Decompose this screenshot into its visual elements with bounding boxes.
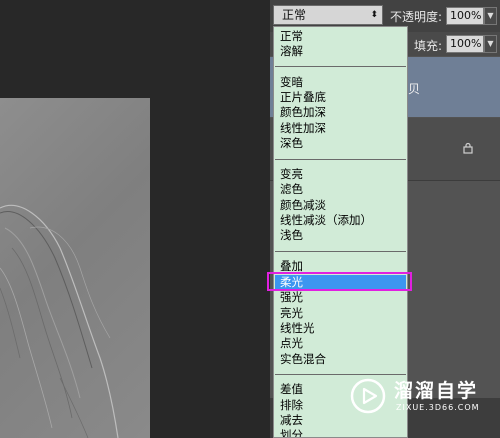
menu-separator [275,251,406,252]
lock-icon [463,142,473,154]
watermark: 溜溜自学 ZIXUE.3D66.COM [350,372,480,422]
menu-separator [275,159,406,160]
menu-item-normal[interactable]: 正常 [275,29,406,44]
opacity-label: 不透明度: [390,10,443,24]
menu-item-screen[interactable]: 滤色 [275,182,406,197]
menu-item-darker-color[interactable]: 深色 [275,136,406,151]
menu-separator [275,66,406,67]
menu-item-linear-light[interactable]: 线性光 [275,321,406,336]
menu-item-pin-light[interactable]: 点光 [275,336,406,351]
opacity-dropdown-icon[interactable]: ▼ [484,7,497,25]
menu-item-divide[interactable]: 划分 [275,428,406,437]
layer-name-partial: 贝 [408,82,421,96]
annotation-highlight-box [267,272,412,291]
watermark-url: ZIXUE.3D66.COM [396,403,480,412]
blend-mode-select[interactable]: 正常 ⬍ [273,5,383,25]
menu-item-dissolve[interactable]: 溶解 [275,44,406,59]
canvas-artwork [0,204,119,438]
play-logo-icon [350,378,386,414]
menu-item-vivid-light[interactable]: 亮光 [275,306,406,321]
fill-dropdown-icon[interactable]: ▼ [484,35,497,53]
blend-mode-value: 正常 [282,8,307,22]
fill-input[interactable]: 100% [446,35,484,53]
opacity-input[interactable]: 100% [446,7,484,25]
document-canvas[interactable] [0,98,150,438]
select-arrows-icon: ⬍ [370,10,378,20]
menu-item-linear-dodge[interactable]: 线性减淡（添加） [275,213,406,228]
menu-item-darken[interactable]: 变暗 [275,75,406,90]
menu-item-multiply[interactable]: 正片叠底 [275,90,406,105]
menu-item-linear-burn[interactable]: 线性加深 [275,121,406,136]
menu-item-lighter-color[interactable]: 浅色 [275,228,406,243]
menu-item-color-dodge[interactable]: 颜色减淡 [275,198,406,213]
menu-item-lighten[interactable]: 变亮 [275,167,406,182]
menu-item-color-burn[interactable]: 颜色加深 [275,105,406,120]
menu-item-hard-light[interactable]: 强光 [275,290,406,305]
fill-label: 填充: [414,39,443,53]
watermark-title: 溜溜自学 [394,380,479,402]
menu-item-hard-mix[interactable]: 实色混合 [275,352,406,367]
